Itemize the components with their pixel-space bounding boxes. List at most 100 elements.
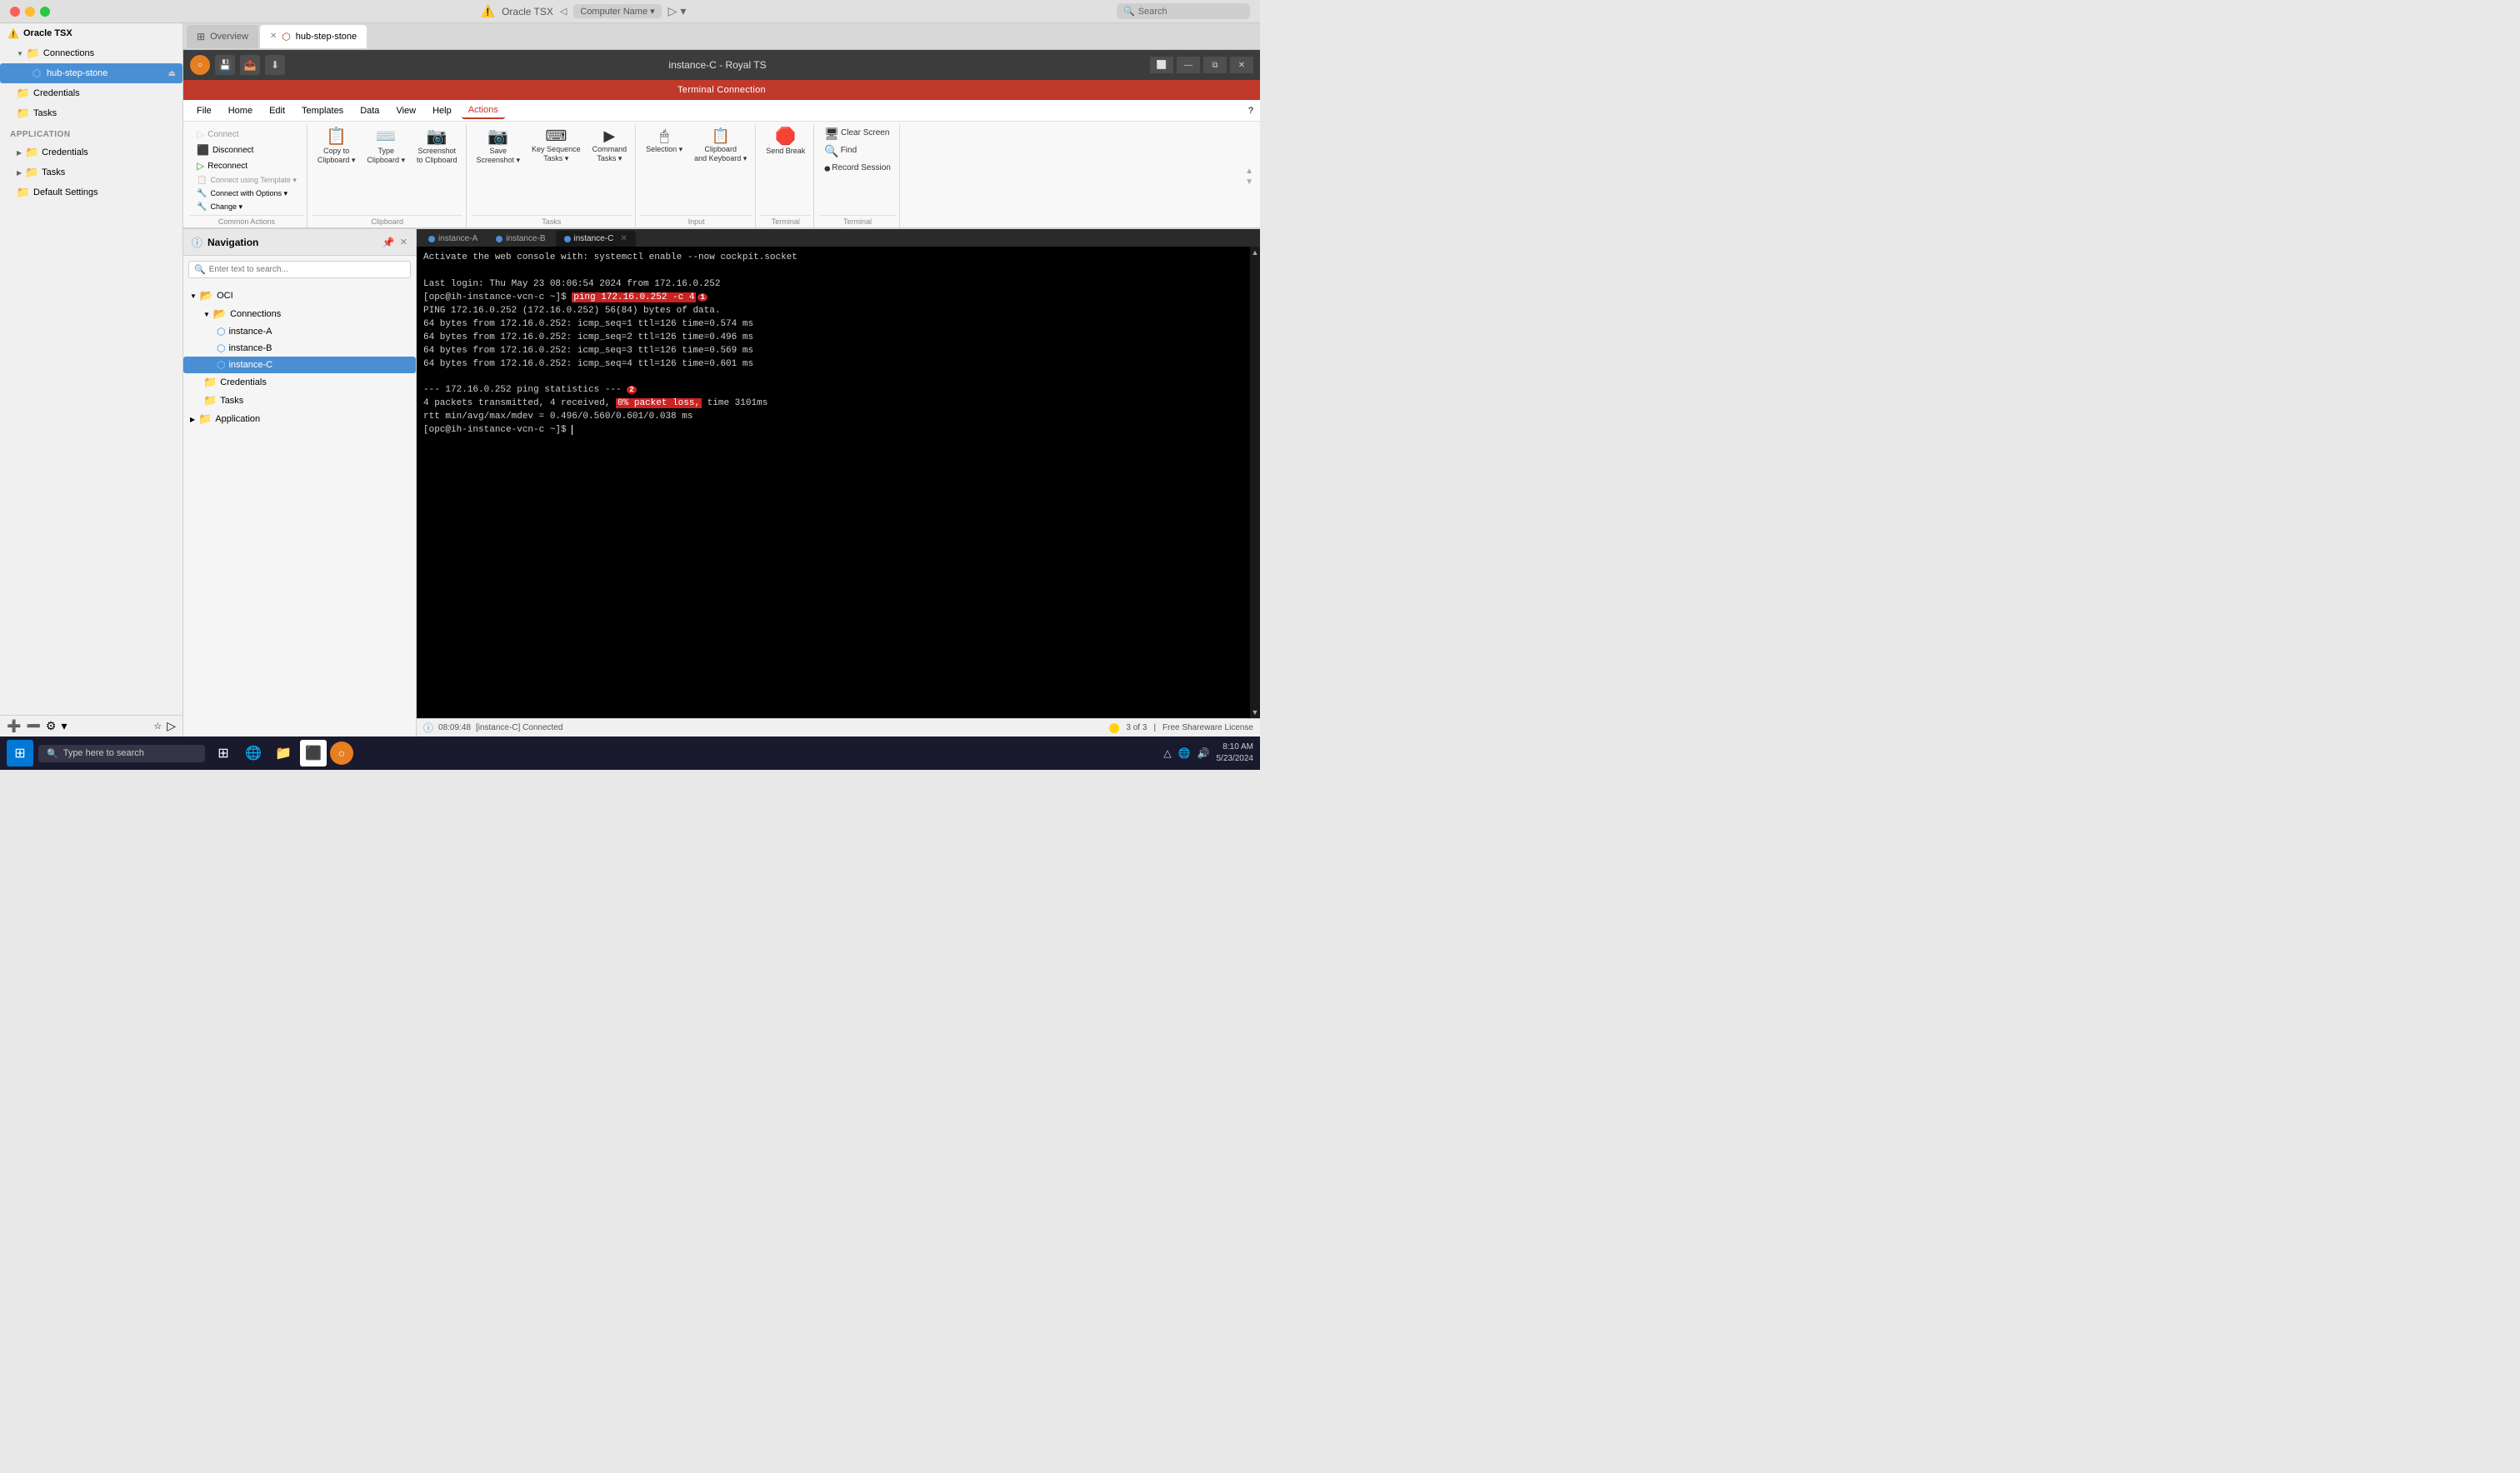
mac-close-button[interactable] (10, 7, 20, 17)
sidebar-item-default-settings[interactable]: 📁 Default Settings (0, 182, 182, 202)
mac-search[interactable]: 🔍 Search (1117, 3, 1250, 19)
rts-icon-btn-home[interactable]: ○ (190, 55, 210, 75)
rts-icon-btn-arrow[interactable]: ⬇ (265, 55, 285, 75)
sidebar-item-tasks[interactable]: 📁 Tasks (0, 103, 182, 123)
term-tab-instance-a[interactable]: instance-A (420, 231, 486, 247)
ribbon-scroll-down[interactable]: ▼ (1245, 177, 1253, 187)
play-icon[interactable]: ▷ ▾ (668, 4, 687, 18)
sidebar-item-hub-step-stone[interactable]: ⬡ hub-step-stone ⏏ (0, 63, 182, 83)
change-button[interactable]: 🔧 Change ▾ (192, 201, 302, 213)
menu-file[interactable]: File (190, 103, 218, 118)
type-clipboard-button[interactable]: ⌨️ TypeClipboard ▾ (362, 125, 410, 168)
term-tab-close-c[interactable]: ✕ (620, 234, 627, 243)
tree-item-instance-a[interactable]: ⬡ instance-A (183, 323, 416, 340)
menu-view[interactable]: View (389, 103, 422, 118)
tree-item-oci[interactable]: ▼ 📂 OCI (183, 287, 416, 305)
screenshot-to-clipboard-button[interactable]: 📷 Screenshotto Clipboard (412, 125, 462, 168)
command-tasks-button[interactable]: ▶ CommandTasks ▾ (588, 125, 632, 167)
mac-window-controls[interactable] (10, 7, 50, 17)
computer-name-dropdown[interactable]: Computer Name ▾ (573, 4, 661, 18)
connect-button[interactable]: ▷ Connect (192, 127, 302, 142)
menu-actions[interactable]: Actions (462, 102, 505, 119)
sidebar-item-oracle-tsx[interactable]: ⚠️ Oracle TSX (0, 23, 182, 43)
help-icon[interactable]: ? (1248, 106, 1253, 116)
tree-item-application[interactable]: ▶ 📁 Application (183, 410, 416, 428)
clear-screen-button[interactable]: 🖥 Clear Screen (819, 125, 896, 142)
nav-back-icon[interactable]: ◁ (560, 6, 567, 17)
rts-btn-restore[interactable]: ⧉ (1203, 57, 1227, 73)
menu-edit[interactable]: Edit (262, 103, 292, 118)
taskbar-search[interactable]: 🔍 Type here to search (38, 745, 205, 762)
send-break-button[interactable]: 🛑 Send Break (761, 125, 810, 159)
play-small-icon[interactable]: ▷ (167, 719, 176, 733)
nav-search[interactable]: 🔍 (188, 261, 411, 278)
taskbar-notify-icon[interactable]: △ (1163, 747, 1171, 759)
tab-close-x[interactable]: ✕ (270, 32, 277, 41)
rts-icon-btn-export[interactable]: 📤 (240, 55, 260, 75)
mac-maximize-button[interactable] (40, 7, 50, 17)
term-tab-instance-b[interactable]: instance-B (488, 231, 553, 247)
down-icon[interactable]: ▾ (61, 719, 67, 733)
scroll-down-arrow[interactable]: ▼ (1250, 707, 1260, 718)
clipboard-label: Clipboard (312, 215, 462, 227)
rts-btn-maximize-content[interactable]: ⬜ (1150, 57, 1173, 73)
sidebar-label-credentials: Credentials (33, 88, 80, 98)
ribbon-scroll-up[interactable]: ▲ (1245, 167, 1253, 176)
terminal-line-8: 64 bytes from 172.16.0.252: icmp_seq=3 t… (423, 345, 1243, 358)
tree-item-nav-tasks[interactable]: 📁 Tasks (183, 392, 416, 410)
sidebar-item-app-tasks[interactable]: ▶ 📁 Tasks (0, 162, 182, 182)
copy-to-clipboard-button[interactable]: 📋 Copy toClipboard ▾ (312, 125, 361, 168)
clipboard-keyboard-button[interactable]: 📋 Clipboardand Keyboard ▾ (689, 125, 752, 167)
terminal-display[interactable]: Activate the web console with: systemctl… (417, 247, 1250, 718)
star-icon[interactable]: ☆ (153, 721, 162, 732)
menu-data[interactable]: Data (353, 103, 386, 118)
disconnect-button[interactable]: ⬛ Disconnect (192, 142, 302, 157)
tree-item-nav-credentials[interactable]: 📁 Credentials (183, 373, 416, 392)
connect-options-button[interactable]: 🔧 Connect with Options ▾ (192, 187, 302, 200)
rts-window: ○ 💾 📤 ⬇ instance-C - Royal TS ⬜ — ⧉ ✕ Te… (183, 50, 1260, 736)
eject-icon[interactable]: ⏏ (168, 69, 176, 78)
tab-overview[interactable]: ⊞ Overview (187, 25, 258, 48)
taskbar-volume-icon[interactable]: 🔊 (1198, 747, 1210, 759)
scroll-up-arrow[interactable]: ▲ (1250, 247, 1260, 258)
rts-btn-close[interactable]: ✕ (1230, 57, 1253, 73)
key-sequence-button[interactable]: ⌨ Key SequenceTasks ▾ (527, 125, 586, 167)
terminal-line-1: Activate the web console with: systemctl… (423, 252, 1243, 265)
mac-minimize-button[interactable] (25, 7, 35, 17)
tree-item-instance-b[interactable]: ⬡ instance-B (183, 340, 416, 357)
menu-help[interactable]: Help (426, 103, 458, 118)
tree-item-connections[interactable]: ▼ 📂 Connections (183, 305, 416, 323)
reconnect-button[interactable]: ▷ Reconnect (192, 158, 302, 173)
rts-icon-btn-save[interactable]: 💾 (215, 55, 235, 75)
sidebar-bottom-bar: ➕ ➖ ⚙ ▾ ☆ ▷ (0, 715, 182, 736)
minus-icon[interactable]: ➖ (26, 719, 40, 733)
sidebar-item-app-credentials[interactable]: ▶ 📁 Credentials (0, 142, 182, 162)
record-session-button[interactable]: ⏺ Record Session (819, 160, 896, 177)
taskbar-app-grid[interactable]: ⊞ (210, 740, 237, 766)
taskbar-app-rts[interactable]: ○ (330, 741, 353, 765)
terminal-scrollbar[interactable]: ▲ ▼ (1250, 247, 1260, 718)
rts-btn-minimize[interactable]: — (1177, 57, 1200, 73)
taskbar-app-folder[interactable]: 📁 (270, 740, 297, 766)
settings-icon[interactable]: ⚙ (46, 719, 57, 733)
find-button[interactable]: 🔍 Find (819, 142, 896, 159)
connect-template-button[interactable]: 📋 Connect using Template ▾ (192, 174, 302, 187)
tab-hub-step-stone[interactable]: ✕ ⬡ hub-step-stone (260, 25, 367, 48)
taskbar-app-terminal[interactable]: ⬛ (300, 740, 327, 766)
taskbar-network-icon[interactable]: 🌐 (1178, 747, 1191, 759)
term-tab-instance-c[interactable]: instance-C ✕ (556, 231, 636, 247)
sidebar-item-connections[interactable]: ▼ 📁 Connections (0, 43, 182, 63)
menu-home[interactable]: Home (222, 103, 259, 118)
menu-templates[interactable]: Templates (295, 103, 350, 118)
nav-search-input[interactable] (209, 265, 405, 274)
sidebar-item-credentials[interactable]: 📁 Credentials (0, 83, 182, 103)
terminal-line-3: Last login: Thu May 23 08:06:54 2024 fro… (423, 278, 1243, 292)
tree-item-instance-c[interactable]: ⬡ instance-C (183, 357, 416, 373)
windows-start-button[interactable]: ⊞ (7, 740, 33, 766)
add-icon[interactable]: ➕ (7, 719, 21, 733)
nav-pin-icon[interactable]: 📌 (382, 237, 395, 248)
save-screenshot-button[interactable]: 📷 SaveScreenshot ▾ (472, 125, 526, 168)
nav-close-icon[interactable]: ✕ (400, 237, 408, 247)
taskbar-app-edge[interactable]: 🌐 (240, 740, 267, 766)
selection-button[interactable]: 🖱 Selection ▾ (641, 125, 688, 157)
